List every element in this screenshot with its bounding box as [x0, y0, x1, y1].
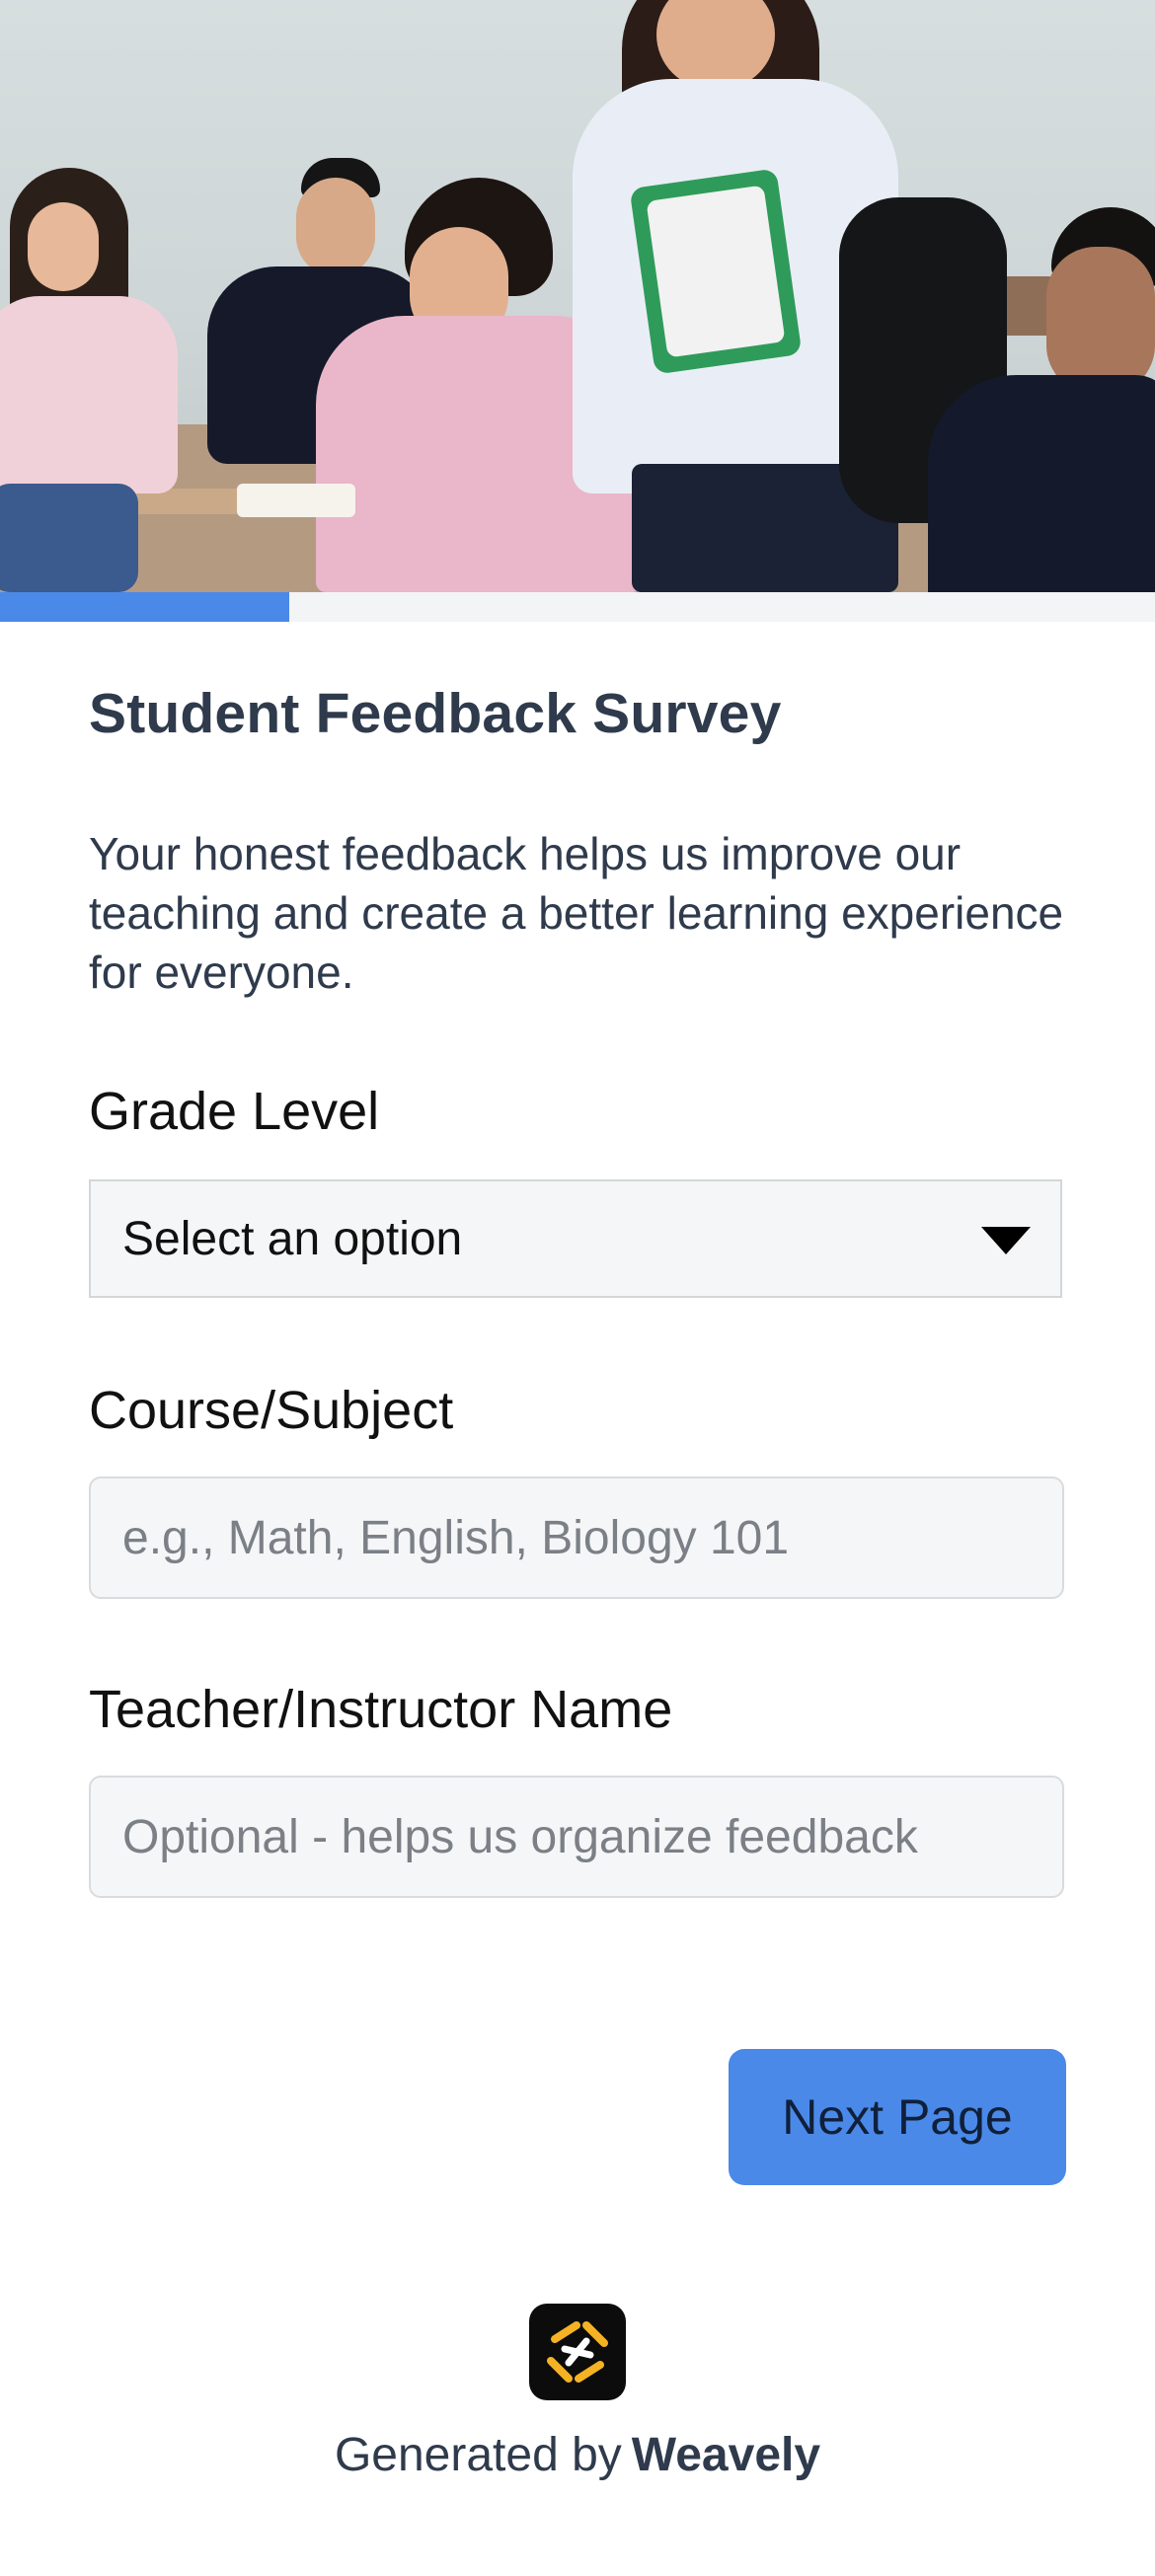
weavely-logo-mark — [547, 2321, 608, 2383]
teacher-name-label: Teacher/Instructor Name — [89, 1680, 673, 1739]
next-page-button[interactable]: Next Page — [729, 2049, 1066, 2185]
course-subject-label: Course/Subject — [89, 1381, 454, 1440]
footer-brand-link[interactable]: Weavely — [632, 2429, 820, 2481]
form-title: Student Feedback Survey — [89, 682, 782, 745]
grade-level-label: Grade Level — [89, 1082, 380, 1141]
grade-level-select-value: Select an option — [122, 1212, 463, 1265]
footer-generated-by: Generated by — [334, 2429, 622, 2481]
progress-bar — [0, 592, 1155, 622]
progress-bar-fill — [0, 592, 289, 622]
course-subject-input[interactable] — [89, 1477, 1064, 1599]
footer-attribution: Generated by Weavely — [0, 2428, 1155, 2482]
weavely-logo-icon[interactable] — [529, 2304, 626, 2400]
hero-image — [0, 0, 1155, 592]
teacher-name-input[interactable] — [89, 1776, 1064, 1898]
caret-down-icon — [981, 1227, 1031, 1254]
grade-level-select[interactable]: Select an option — [89, 1179, 1062, 1298]
form-description: Your honest feedback helps us improve ou… — [89, 828, 1064, 998]
